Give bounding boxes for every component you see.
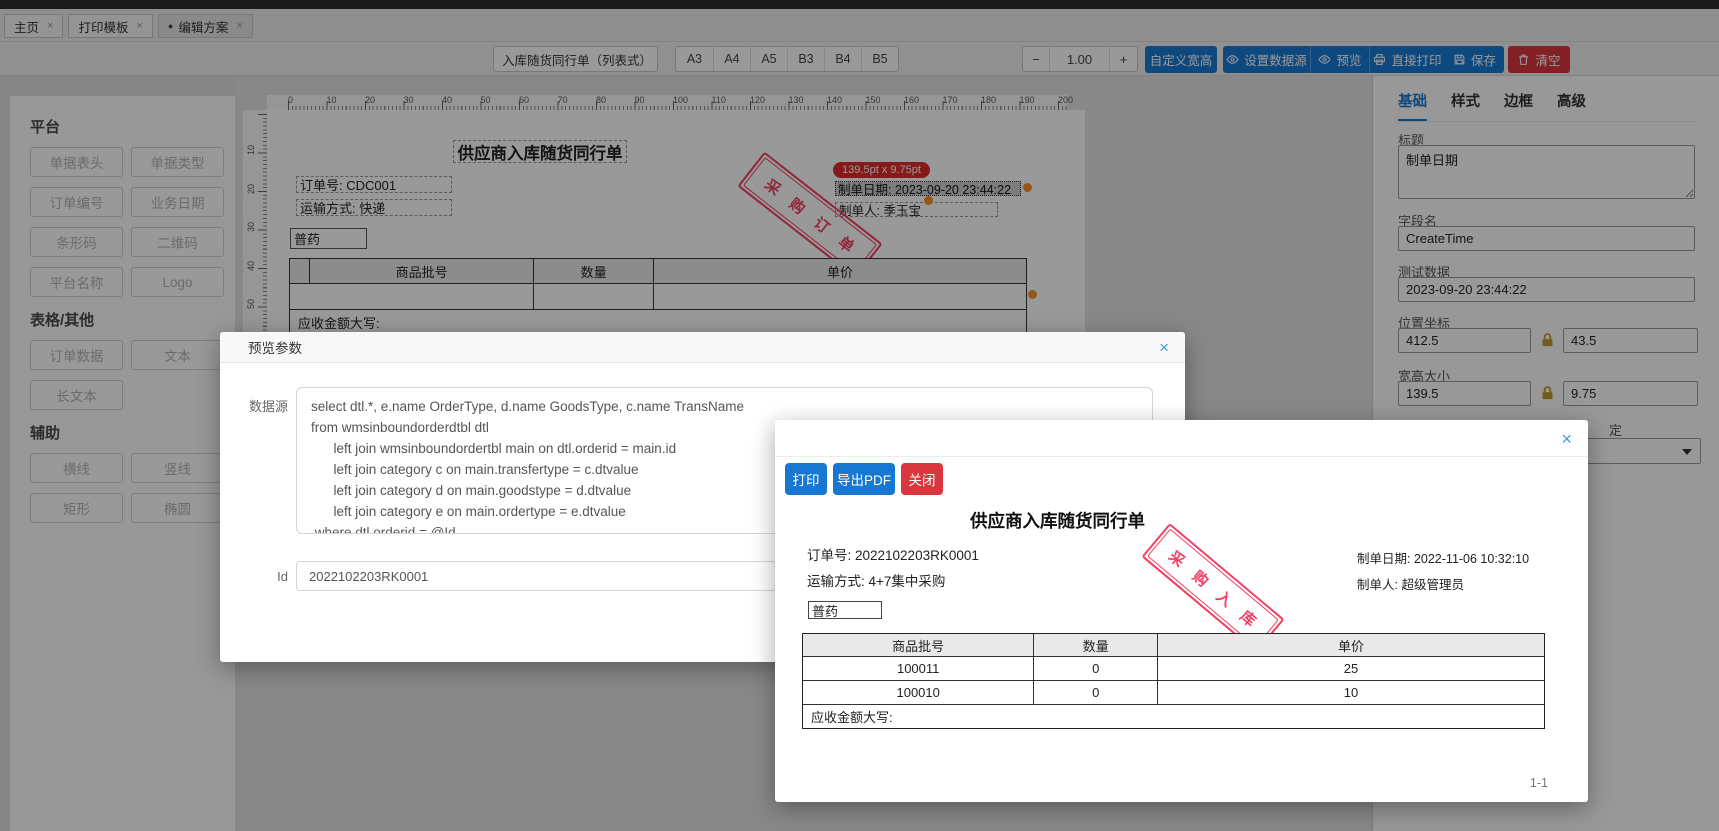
table-row: 100011 0 25 (803, 656, 1544, 680)
page-number: 1-1 (1529, 776, 1548, 790)
table-cell: 100010 (896, 685, 940, 700)
table-cell: 单价 (1157, 634, 1544, 656)
table-cell: 0 (1033, 681, 1157, 704)
table-cell: 数量 (1033, 634, 1158, 656)
close-icon[interactable]: × (1159, 339, 1169, 356)
id-input[interactable] (296, 561, 776, 591)
print-preview-dialog: × 打印 导出PDF 关闭 供应商入库随货同行单 订单号: 2022102203… (775, 420, 1588, 802)
datasource-label: 数据源 (248, 399, 288, 414)
app-root: 主页×打印模板×●编辑方案× A3A4A5B3B4B5 − 1.00 + 自定义… (0, 0, 1719, 831)
table-cell: 100011 (896, 661, 940, 676)
table-cell: 0 (1033, 657, 1157, 680)
table-cell: 25 (1157, 657, 1544, 680)
id-label: Id (277, 569, 288, 584)
preview-date: 制单日期: 2022-11-06 10:32:10 (1357, 552, 1530, 566)
preview-goodstype: 普药 (808, 601, 882, 619)
table-cell: 商品批号 (803, 634, 1034, 656)
preview-orderno: 订单号: 2022102203RK0001 (807, 548, 979, 563)
dialog-header-divider (775, 456, 1588, 457)
close-button[interactable]: 关闭 (901, 463, 943, 495)
preview-transport: 运输方式: 4+7集中采购 (807, 574, 946, 589)
preview-maker: 制单人: 超级管理员 (1357, 578, 1464, 592)
table-cell: 应收金额大写: (811, 710, 893, 725)
close-icon[interactable]: × (1561, 430, 1572, 448)
table-cell: 10 (1157, 681, 1544, 704)
print-button[interactable]: 打印 (785, 463, 827, 495)
dialog-header: 预览参数 × (220, 332, 1185, 363)
table-footer-row: 应收金额大写: (803, 704, 1544, 728)
preview-doc-title: 供应商入库随货同行单 (970, 511, 1145, 531)
table-row: 100010 0 10 (803, 680, 1544, 704)
table-header-row: 商品批号 数量 单价 (803, 634, 1544, 656)
dialog-title: 预览参数 (248, 341, 302, 356)
preview-order-table: 商品批号 数量 单价 100011 0 25 100010 0 10 应收金额大写: (802, 633, 1545, 729)
export-pdf-button[interactable]: 导出PDF (833, 463, 895, 495)
